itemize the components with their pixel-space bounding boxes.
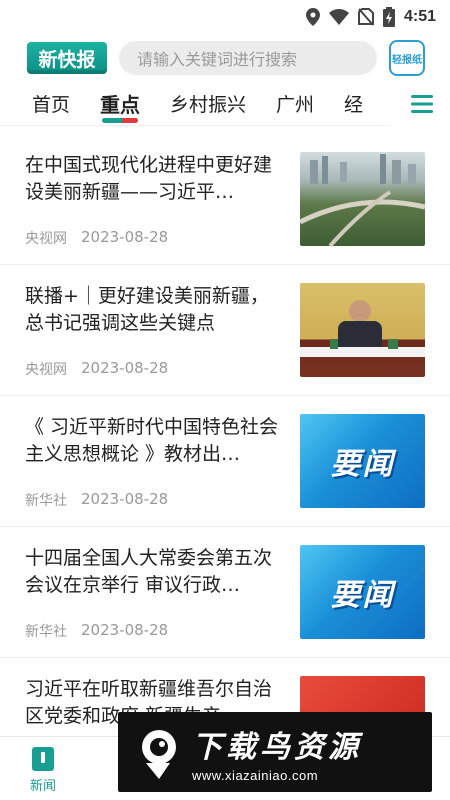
watermark-title: 下载鸟资源	[192, 729, 362, 765]
news-source: 央视网	[25, 362, 67, 378]
battery-charging-icon	[382, 7, 395, 27]
news-text: 在中国式现代化进程中更好建设美丽新疆——习近平… 央视网 2023-08-28	[25, 152, 300, 264]
news-item[interactable]: 《 习近平新时代中国特色社会主义思想概论 》教材出… 新华社 2023-08-2…	[0, 396, 450, 527]
news-list: 在中国式现代化进程中更好建设美丽新疆——习近平… 央视网 2023-08-28 …	[0, 134, 450, 789]
nav-news[interactable]: 新闻	[18, 747, 68, 794]
watermark-text: 下载鸟资源 www.xiazainiao.com	[192, 722, 362, 783]
news-item[interactable]: 在中国式现代化进程中更好建设美丽新疆——习近平… 央视网 2023-08-28	[0, 134, 450, 265]
news-item[interactable]: 联播+｜更好建设美丽新疆，总书记强调这些关键点 央视网 2023-08-28	[0, 265, 450, 396]
news-meta: 央视网 2023-08-28	[25, 228, 168, 248]
tab-rural-revitalization[interactable]: 乡村振兴	[170, 90, 246, 117]
tab-economy[interactable]: 经	[344, 90, 363, 117]
news-date: 2023-08-28	[81, 621, 169, 639]
tab-guangzhou[interactable]: 广州	[276, 90, 314, 117]
tab-home[interactable]: 首页	[32, 90, 70, 117]
search-input[interactable]: 请输入关键词进行搜索	[119, 41, 377, 75]
news-source: 新华社	[25, 624, 67, 640]
news-title: 十四届全国人大常委会第五次会议在京举行 审议行政…	[25, 547, 273, 596]
thumbnail-label: 要闻	[330, 578, 395, 613]
location-icon	[305, 8, 320, 26]
meeting-photo-image	[300, 300, 425, 357]
news-title: 联播+｜更好建设美丽新疆，总书记强调这些关键点	[25, 285, 269, 334]
watermark-url: www.xiazainiao.com	[192, 767, 319, 783]
tab-key-news[interactable]: 重点	[100, 89, 140, 123]
channel-tabs: 首页 重点 乡村振兴 广州 经	[0, 82, 450, 126]
status-bar: 4:51	[0, 0, 450, 34]
news-source: 央视网	[25, 231, 67, 247]
news-thumbnail: 要闻	[300, 545, 425, 639]
news-text: 联播+｜更好建设美丽新疆，总书记强调这些关键点 央视网 2023-08-28	[25, 283, 300, 395]
news-icon	[32, 747, 54, 771]
news-title: 在中国式现代化进程中更好建设美丽新疆——习近平…	[25, 154, 273, 203]
news-thumbnail	[300, 152, 425, 246]
nav-news-label: 新闻	[29, 779, 56, 794]
thumbnail-label: 要闻	[330, 447, 395, 482]
news-title: 《 习近平新时代中国特色社会主义思想概论 》教材出…	[25, 416, 279, 465]
news-thumbnail: 要闻	[300, 414, 425, 508]
news-thumbnail	[300, 283, 425, 377]
news-date: 2023-08-28	[81, 490, 169, 508]
menu-icon	[411, 95, 433, 113]
news-source: 新华社	[25, 493, 67, 509]
news-date: 2023-08-28	[81, 359, 169, 377]
app-logo[interactable]: 新快报	[27, 42, 107, 74]
app-header: 新快报 请输入关键词进行搜索 轻报纸	[0, 34, 450, 82]
no-sim-icon	[357, 8, 374, 26]
news-meta: 新华社 2023-08-28	[25, 490, 168, 510]
e-paper-button[interactable]: 轻报纸	[389, 40, 425, 76]
news-date: 2023-08-28	[81, 228, 169, 246]
news-item[interactable]: 十四届全国人大常委会第五次会议在京举行 审议行政… 新华社 2023-08-28…	[0, 527, 450, 658]
news-text: 《 习近平新时代中国特色社会主义思想概论 》教材出… 新华社 2023-08-2…	[25, 414, 300, 526]
channel-menu-button[interactable]	[394, 82, 450, 126]
city-aerial-image	[300, 154, 425, 246]
news-text: 十四届全国人大常委会第五次会议在京举行 审议行政… 新华社 2023-08-28	[25, 545, 300, 657]
wifi-icon	[328, 9, 349, 25]
news-meta: 央视网 2023-08-28	[25, 359, 168, 379]
watermark: 下载鸟资源 www.xiazainiao.com	[118, 712, 432, 792]
bird-logo-icon	[142, 730, 176, 779]
news-meta: 新华社 2023-08-28	[25, 621, 168, 641]
status-time: 4:51	[403, 8, 436, 25]
